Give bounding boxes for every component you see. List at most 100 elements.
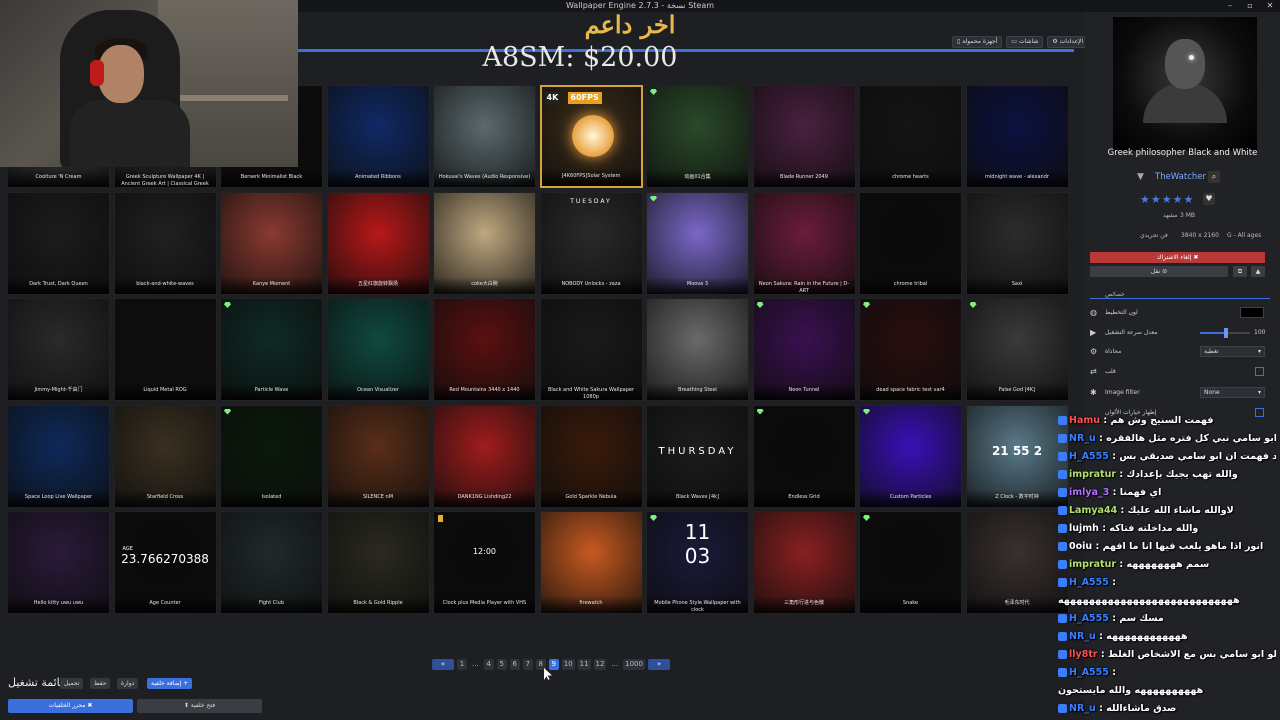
wallpaper-tile-title: chrome hearts	[860, 170, 961, 187]
unsubscribe-button[interactable]: إلغاء الاشتراك ✖	[1090, 252, 1265, 263]
warning-icon[interactable]: ▲	[1251, 266, 1265, 277]
wallpaper-tile[interactable]: False God [4K]	[965, 298, 1069, 401]
chat-badge-icon	[1058, 578, 1067, 587]
wallpaper-tile[interactable]: chrome tribal	[859, 191, 962, 295]
wallpaper-tile[interactable]: Animated Ribbons	[326, 85, 430, 188]
headset-icon	[90, 60, 104, 86]
color-swatch[interactable]	[1240, 307, 1264, 318]
page-button[interactable]: 4	[483, 659, 494, 670]
wallpaper-tile[interactable]: Red Mountains 3440 x 1440	[433, 298, 536, 401]
chat-badge-icon	[1058, 470, 1067, 479]
wallpaper-tile[interactable]: dead space fabric test var4	[859, 298, 962, 401]
wallpaper-tile[interactable]: Gold Sparkle Nebula	[539, 404, 643, 508]
alignment-select[interactable]: تغطية ▾	[1200, 346, 1265, 357]
wallpaper-tile[interactable]: Custom Particles	[859, 404, 962, 508]
chat-badge-icon	[1058, 614, 1067, 623]
save-playlist-button[interactable]: حفظ	[90, 678, 111, 689]
wallpaper-tile[interactable]: Space Loop Live Wallpaper	[7, 404, 110, 508]
next-page-button[interactable]: »	[647, 659, 670, 670]
settings-button[interactable]: ⚙ الإعدادات	[1047, 36, 1089, 48]
wallpaper-tile[interactable]: Jimmy-Might-千由门	[7, 298, 110, 401]
wallpaper-tile[interactable]: Liquid Metal ROG	[113, 298, 217, 401]
search-icon[interactable]: ⌕	[1208, 171, 1220, 183]
chat-message: NR_u : صدق ماشاءالله	[1058, 700, 1276, 718]
tile-overlay-text: 11 03	[684, 520, 711, 568]
page-button[interactable]: 12	[593, 659, 607, 670]
sun-image	[571, 115, 614, 157]
apply-button[interactable]: نقل ⊘	[1090, 266, 1228, 277]
wallpaper-tile[interactable]: Blade Runner 2049	[752, 85, 856, 188]
wallpaper-tile[interactable]: DANK1NG Lishding22	[433, 404, 536, 508]
prev-page-button[interactable]: «	[432, 659, 454, 670]
wallpaper-tile[interactable]: 11 03 Mobile Phone Style Wallpaper with c…	[646, 511, 749, 614]
wallpaper-tile[interactable]: 三角形行进与色散	[752, 511, 856, 614]
add-wallpaper-button[interactable]: إضافة خلفية +	[147, 678, 193, 689]
wallpaper-tile[interactable]: chrome hearts	[859, 85, 962, 188]
wallpaper-tile[interactable]: 4K 60FPS [4K60FPS]Solar System	[539, 85, 643, 188]
wallpaper-preview	[1113, 17, 1257, 151]
page-button[interactable]: 11	[577, 659, 591, 670]
wallpaper-tile-title: Saxi	[966, 276, 1068, 294]
flip-checkbox[interactable]	[1255, 367, 1264, 376]
wallpaper-editor-button[interactable]: محرر الخلفيات ✖	[8, 699, 133, 713]
chat-text: سمم ههههههههه	[1126, 559, 1210, 570]
author-link[interactable]: TheWatcher	[1155, 172, 1206, 182]
wallpaper-tile[interactable]: firewatch	[539, 511, 643, 614]
favorite-heart-icon[interactable]: ♥	[1203, 193, 1215, 205]
page-button[interactable]: 7	[522, 659, 533, 670]
wallpaper-tile[interactable]: coke大白碗	[433, 191, 536, 295]
wallpaper-tile[interactable]: TUESDAY NOBODY Unlocks - zaza	[539, 191, 643, 295]
wallpaper-tile[interactable]: Moove 3	[646, 191, 749, 295]
image-filter-select[interactable]: None ▾	[1200, 387, 1265, 398]
wallpaper-tile[interactable]: Ocean Visualizer	[326, 298, 430, 401]
wallpaper-tile[interactable]: Black and White Sakura Wallpaper 1080p	[539, 298, 643, 401]
chat-badge-icon	[1058, 488, 1067, 497]
wallpaper-tile[interactable]: Isolated	[220, 404, 323, 508]
close-button[interactable]: ✕	[1260, 0, 1280, 12]
wallpaper-tile[interactable]: 毛泽东时代	[965, 511, 1069, 614]
wallpaper-tile[interactable]: 12:00 Clock plus Media Player with VHS	[433, 511, 536, 614]
page-button[interactable]: 9	[548, 659, 559, 670]
page-button[interactable]: 5	[496, 659, 507, 670]
wallpaper-tile[interactable]: Black & Gold Ripple	[326, 511, 430, 614]
minimize-button[interactable]: –	[1220, 0, 1240, 12]
wallpaper-tile[interactable]: Particle Wave	[220, 298, 323, 401]
rotation-button[interactable]: دوارة	[117, 678, 139, 689]
wallpaper-tile[interactable]: Snake	[859, 511, 962, 614]
wallpaper-tile[interactable]: Dark Trust, Dark Queen	[7, 191, 110, 295]
chat-text: عبود فهمت ان ابو سامي صديقي بس	[1119, 451, 1276, 462]
mobile-devices-button[interactable]: ▯ أجهزة محمولة	[952, 36, 1003, 48]
wallpaper-tile[interactable]: midnight wave - alexandr	[965, 85, 1069, 188]
wallpaper-tile[interactable]: Neon Tunnel	[752, 298, 856, 401]
wallpaper-tile[interactable]: Hokusai's Waves (Audio Responsive)	[433, 85, 536, 188]
wallpaper-tile[interactable]: 五星红旗旋转飘扬	[326, 191, 430, 295]
playback-rate-slider[interactable]	[1200, 328, 1250, 338]
page-button[interactable]: 1	[457, 659, 467, 670]
wallpaper-tile[interactable]: AGE 23.766270388 Age Counter	[113, 511, 217, 614]
wallpaper-tile[interactable]: Fight Club	[220, 511, 323, 614]
wallpaper-tile[interactable]: Saxi	[965, 191, 1069, 295]
page-button[interactable]: 1000	[623, 659, 645, 670]
wallpaper-tile[interactable]: Starfield Cross	[113, 404, 217, 508]
copy-icon[interactable]: ⧉	[1233, 266, 1247, 277]
wallpaper-tile[interactable]: THURSDAY Black Waves [4k]	[646, 404, 749, 508]
wallpaper-tile[interactable]: 动画01合集	[646, 85, 749, 188]
last-donor-title: اخر داعم	[584, 10, 676, 39]
chat-text: الصراحه الفالك حلو ابو سامي بس مع الاشخا…	[1107, 649, 1276, 660]
load-playlist-button[interactable]: تحميل	[60, 678, 84, 689]
page-button[interactable]: 10	[561, 659, 575, 670]
wallpaper-tile[interactable]: Hello kitty uwu uwu	[7, 511, 110, 614]
page-button[interactable]: 6	[509, 659, 520, 670]
wallpaper-tile[interactable]: Endless Grid	[752, 404, 856, 508]
wallpaper-tile[interactable]: Neon Sakura: Rain in the Future | D-ART	[752, 191, 856, 295]
open-wallpaper-button[interactable]: ⬆ فتح خلفية	[137, 699, 262, 713]
wallpaper-tile[interactable]: Breathing Steel	[646, 298, 749, 401]
pagination-ellipsis: ...	[611, 660, 619, 668]
wallpaper-tile[interactable]: SILENCE nM	[326, 404, 430, 508]
maximize-button[interactable]: ▫	[1240, 0, 1260, 12]
wallpaper-tile[interactable]: Kanye Moment	[220, 191, 323, 295]
displays-button[interactable]: ▭ شاشات	[1006, 36, 1044, 48]
wallpaper-tile[interactable]: black-and-white-waves	[113, 191, 217, 295]
chat-text: لاوالله ماشاء الله عليك	[1127, 505, 1234, 516]
wallpaper-tile[interactable]: 21 55 2 Z Clock - 数字时钟	[965, 404, 1069, 508]
